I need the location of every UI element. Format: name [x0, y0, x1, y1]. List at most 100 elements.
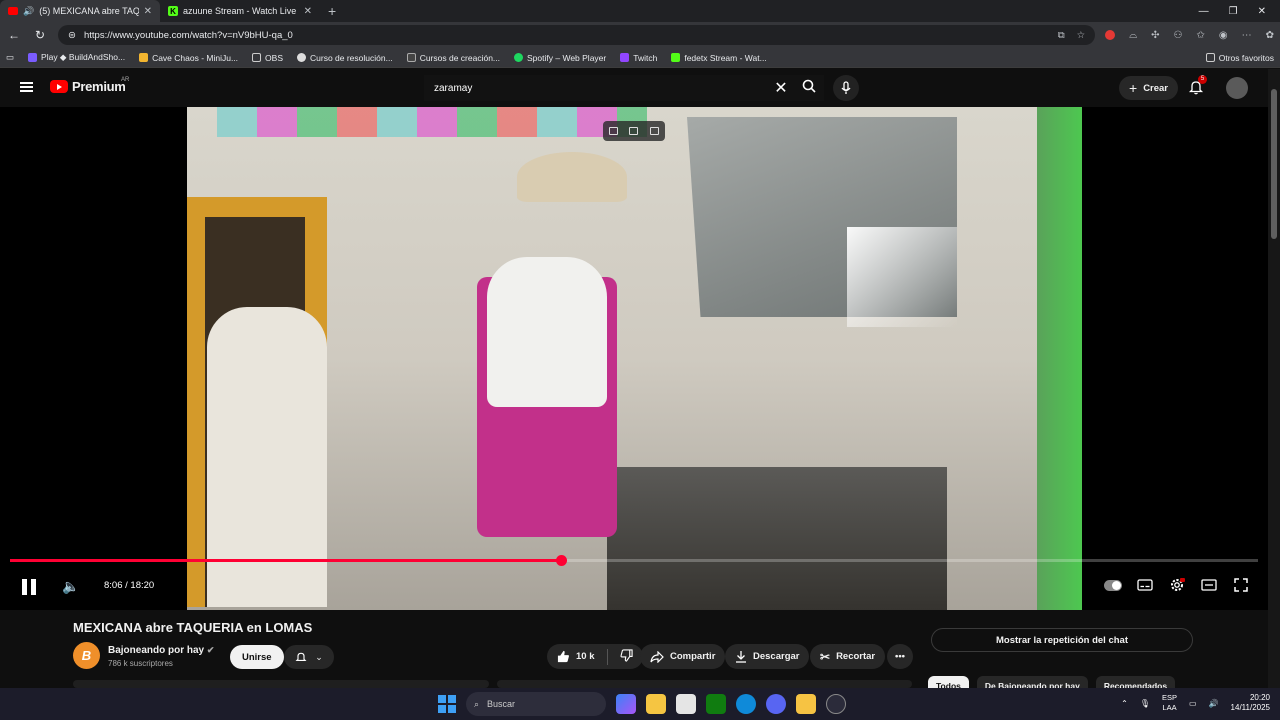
- reading-view-icon[interactable]: ▭: [6, 52, 14, 63]
- bookmark-item[interactable]: fedetx Stream - Wat...: [671, 53, 767, 63]
- omnibox[interactable]: ⊜ https://www.youtube.com/watch?v=nV9bHU…: [58, 25, 1096, 45]
- windows-start-icon[interactable]: [438, 695, 456, 713]
- install-app-icon[interactable]: ⧉: [1058, 30, 1065, 41]
- like-button[interactable]: 10 k: [557, 650, 595, 663]
- theater-mode-button[interactable]: [1200, 576, 1218, 594]
- address-bar-row: ← ↻ ⊜ https://www.youtube.com/watch?v=nV…: [0, 22, 1280, 48]
- autoplay-toggle[interactable]: [1104, 576, 1122, 594]
- bookmark-item[interactable]: Spotify – Web Player: [514, 53, 606, 63]
- network-icon[interactable]: ▭: [1189, 699, 1197, 708]
- speaker-icon[interactable]: 🔊: [1209, 699, 1219, 708]
- translate-icon[interactable]: [650, 127, 660, 135]
- clip-button[interactable]: ✂ Recortar: [810, 644, 886, 669]
- back-button[interactable]: ←: [6, 28, 22, 42]
- picture-in-picture-icon[interactable]: [608, 127, 618, 135]
- more-actions-button[interactable]: •••: [887, 644, 913, 669]
- split-view-icon[interactable]: ⚇: [1174, 30, 1183, 41]
- chevron-up-icon[interactable]: ⌃: [1121, 699, 1128, 708]
- copilot-icon[interactable]: ✿: [1266, 30, 1274, 41]
- video-player[interactable]: [0, 107, 1268, 610]
- tab-kick[interactable]: K azuune Stream - Watch Live on K ✕: [160, 0, 320, 22]
- video-scene-green-edge: [1037, 107, 1082, 610]
- close-window-button[interactable]: ✕: [1258, 6, 1266, 17]
- bookmark-label: Cursos de creación...: [419, 52, 501, 63]
- profile-icon[interactable]: ◉: [1219, 30, 1228, 41]
- fullscreen-button[interactable]: [1232, 576, 1250, 594]
- url-text: https://www.youtube.com/watch?v=nV9bHU-q…: [83, 29, 293, 41]
- search-box: ✕: [424, 75, 824, 101]
- speaker-icon[interactable]: 🔊: [23, 6, 34, 17]
- pause-button[interactable]: [22, 579, 36, 595]
- scrollbar-thumb[interactable]: [1271, 89, 1277, 239]
- file-explorer-icon[interactable]: [646, 694, 666, 714]
- voice-search-button[interactable]: [833, 75, 859, 101]
- channel-avatar[interactable]: B: [73, 642, 100, 669]
- youtube-premium-logo[interactable]: Premium AR: [50, 77, 129, 94]
- bookmark-item[interactable]: Cursos de creación...: [406, 52, 501, 63]
- obs-app-icon[interactable]: [826, 694, 846, 714]
- subscription-bell-button[interactable]: ⌄: [284, 645, 334, 669]
- lang-code: ESP: [1162, 693, 1178, 702]
- tab-title: (5) MEXICANA abre TAQUERI: [39, 6, 139, 16]
- hamburger-menu-icon[interactable]: [20, 82, 33, 92]
- bookmark-label: Cave Chaos - MiniJu...: [152, 52, 239, 63]
- subtitles-button[interactable]: [1136, 576, 1154, 594]
- glasses-icon[interactable]: ⌓: [1129, 30, 1137, 41]
- search-button[interactable]: [794, 79, 824, 98]
- clear-search-icon[interactable]: ✕: [768, 78, 794, 98]
- window-controls: — ❐ ✕: [1199, 6, 1280, 17]
- video-frame[interactable]: [187, 107, 1082, 610]
- favorites-icon[interactable]: ✩: [1196, 30, 1204, 41]
- extensions-puzzle-icon[interactable]: ✣: [1151, 30, 1159, 41]
- site-info-icon[interactable]: ⊜: [68, 30, 76, 41]
- join-button[interactable]: Unirse: [230, 645, 284, 669]
- bookmark-item[interactable]: Play ◆ BuildAndSho...: [28, 52, 125, 63]
- bookmark-label: Twitch: [633, 52, 658, 63]
- create-button[interactable]: + Crear: [1119, 76, 1179, 100]
- new-tab-button[interactable]: +: [320, 3, 344, 19]
- bookmark-item[interactable]: Curso de resolución...: [297, 53, 393, 63]
- volume-icon[interactable]: 🔈: [62, 578, 79, 595]
- other-bookmarks[interactable]: Otros favoritos: [1205, 53, 1274, 63]
- search-input[interactable]: [424, 82, 768, 94]
- bookmark-item[interactable]: Cave Chaos - MiniJu...: [139, 53, 238, 63]
- more-menu-icon[interactable]: ⋯: [1242, 30, 1252, 41]
- verified-icon: ✔: [206, 645, 215, 655]
- download-button[interactable]: Descargar: [725, 644, 810, 669]
- microphone-icon[interactable]: 🎙: [1140, 699, 1150, 708]
- settings-button[interactable]: [1168, 576, 1186, 594]
- bookmark-star-icon[interactable]: ☆: [1077, 30, 1086, 41]
- xbox-app-icon[interactable]: [706, 694, 726, 714]
- bookmark-item[interactable]: OBS: [252, 53, 283, 63]
- reload-button[interactable]: ↻: [32, 28, 48, 42]
- copilot-app-icon[interactable]: [616, 694, 636, 714]
- dislike-button[interactable]: [619, 648, 633, 665]
- tab-youtube[interactable]: 🔊 (5) MEXICANA abre TAQUERI ✕: [0, 0, 160, 22]
- account-avatar[interactable]: [1226, 77, 1248, 99]
- discord-app-icon[interactable]: [766, 694, 786, 714]
- system-clock[interactable]: 20:20 14/11/2025: [1231, 693, 1270, 713]
- kick-icon: [671, 53, 681, 62]
- store-app-icon[interactable]: [676, 694, 696, 714]
- bookmark-item[interactable]: Twitch: [620, 53, 657, 63]
- edge-browser-icon[interactable]: [736, 694, 756, 714]
- channel-name[interactable]: Bajoneando por hay ✔: [108, 645, 214, 656]
- share-button[interactable]: Compartir: [640, 644, 726, 669]
- page-scrollbar[interactable]: [1268, 69, 1280, 688]
- player-controls: 🔈 8:06 / 18:20: [0, 570, 1268, 604]
- clock-date: 14/11/2025: [1230, 703, 1270, 712]
- notes-app-icon[interactable]: [796, 694, 816, 714]
- keyboard-language[interactable]: ESP LAA: [1162, 693, 1177, 713]
- edit-icon[interactable]: [629, 127, 639, 135]
- show-chat-replay-button[interactable]: Mostrar la repetición del chat: [931, 628, 1193, 652]
- notifications-button[interactable]: 5: [1188, 75, 1207, 97]
- bookmark-icon: [28, 53, 38, 62]
- taskbar-search[interactable]: ⌕ Buscar: [466, 692, 606, 716]
- search-icon: [802, 79, 816, 93]
- close-tab-icon[interactable]: ✕: [304, 6, 312, 17]
- progress-bar[interactable]: [10, 555, 1258, 566]
- maximize-button[interactable]: ❐: [1229, 6, 1238, 17]
- extension-icon[interactable]: [1105, 30, 1116, 40]
- minimize-button[interactable]: —: [1199, 6, 1209, 17]
- close-tab-icon[interactable]: ✕: [144, 6, 152, 17]
